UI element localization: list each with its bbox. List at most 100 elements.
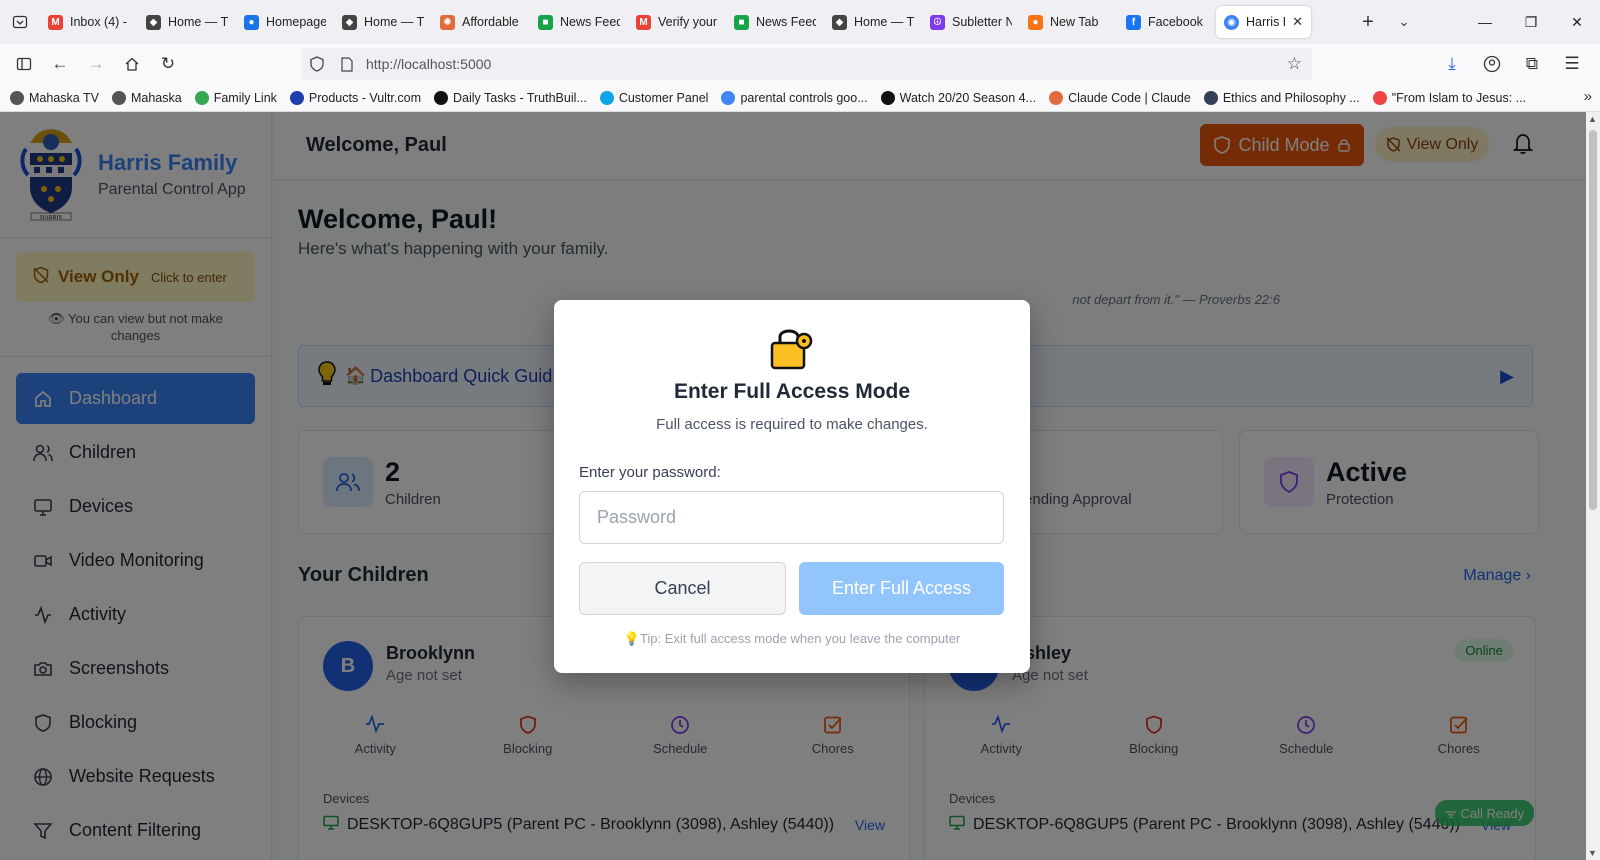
bookmark-favicon-icon bbox=[194, 90, 209, 105]
bookmark-label: parental controls goo... bbox=[740, 90, 868, 105]
password-input[interactable] bbox=[579, 491, 1004, 544]
tab-favicon-icon: ◆ bbox=[832, 14, 847, 30]
bookmark-item[interactable]: Mahaska bbox=[111, 90, 182, 105]
back-button[interactable]: ← bbox=[42, 48, 78, 80]
browser-tab[interactable]: M Inbox (4) - bbox=[40, 6, 138, 38]
browser-tab[interactable]: ✺ Affordable bbox=[432, 6, 530, 38]
tab-label: Inbox (4) - bbox=[70, 15, 127, 29]
bookmarks-bar: Mahaska TV Mahaska Family Link Products - V… bbox=[0, 84, 1600, 112]
bookmark-label: Family Link bbox=[213, 90, 277, 105]
bookmark-item[interactable]: Products - Vultr.com bbox=[289, 90, 421, 105]
tab-favicon-icon: M bbox=[48, 14, 63, 30]
download-icon: ⤓ bbox=[1448, 54, 1456, 73]
app-menu-button[interactable]: ☰ bbox=[1554, 48, 1590, 80]
bookmark-item[interactable]: Ethics and Philosophy ... bbox=[1203, 90, 1360, 105]
bookmark-favicon-icon bbox=[10, 90, 24, 105]
minimize-button[interactable]: — bbox=[1462, 0, 1508, 44]
reload-button[interactable]: ↻ bbox=[150, 48, 186, 80]
cancel-button[interactable]: Cancel bbox=[579, 562, 786, 615]
tab-favicon-icon: ◆ bbox=[342, 14, 357, 30]
bookmarks-overflow-icon[interactable]: » bbox=[1584, 88, 1592, 105]
bookmark-favicon-icon bbox=[433, 90, 448, 105]
lock-key-icon bbox=[770, 329, 813, 370]
browser-tab[interactable]: ■ News Feed bbox=[726, 6, 824, 38]
bookmark-item[interactable]: Daily Tasks - TruthBuil... bbox=[433, 90, 587, 105]
back-arrow-icon: ← bbox=[51, 54, 69, 73]
address-bar[interactable]: http://localhost:5000 ☆ bbox=[302, 48, 1312, 80]
scroll-up-icon[interactable]: ▲ bbox=[1588, 114, 1597, 124]
bookmark-favicon-icon bbox=[1372, 90, 1387, 105]
browser-tab[interactable]: ◆ Home — T bbox=[824, 6, 922, 38]
bookmark-item[interactable]: Customer Panel bbox=[599, 90, 708, 105]
browser-tab[interactable]: f Facebook bbox=[1118, 6, 1216, 38]
bookmark-star-icon[interactable]: ☆ bbox=[1287, 54, 1302, 74]
bookmark-item[interactable]: Mahaska TV bbox=[10, 90, 99, 105]
tab-label: Verify your bbox=[658, 15, 718, 29]
browser-tab[interactable]: ◆ Home — T bbox=[334, 6, 432, 38]
bookmark-label: Claude Code | Claude bbox=[1068, 90, 1191, 105]
hamburger-icon: ☰ bbox=[1564, 54, 1580, 73]
extensions-button[interactable]: ⧉ bbox=[1514, 48, 1550, 80]
bookmark-item[interactable]: Watch 20/20 Season 4... bbox=[880, 90, 1037, 105]
tab-label: Homepage bbox=[266, 15, 326, 29]
restore-button[interactable]: ❐ bbox=[1508, 0, 1554, 44]
downloads-button[interactable]: ⤓ bbox=[1434, 48, 1470, 80]
tab-favicon-icon: ◉ bbox=[1224, 14, 1239, 30]
tab-label: Home — T bbox=[168, 15, 228, 29]
window-controls: — ❐ ✕ bbox=[1462, 0, 1600, 44]
bookmark-item[interactable]: Family Link bbox=[194, 90, 277, 105]
tab-label: News Feed bbox=[560, 15, 620, 29]
tab-label: Affordable bbox=[462, 15, 519, 29]
bookmark-favicon-icon bbox=[1203, 90, 1218, 105]
tab-label: New Tab bbox=[1050, 15, 1099, 29]
sidebar-toggle-icon bbox=[16, 57, 32, 71]
tab-label: Home — T bbox=[364, 15, 424, 29]
close-window-button[interactable]: ✕ bbox=[1554, 0, 1600, 44]
tab-favicon-icon: ✺ bbox=[440, 14, 455, 30]
new-tab-button[interactable]: + bbox=[1350, 11, 1386, 34]
browser-tab-bar: M Inbox (4) - ◆ Home — T ● Homepage ◆ Home — T ✺… bbox=[0, 0, 1600, 44]
shield-tracking-icon bbox=[302, 56, 332, 72]
tab-favicon-icon: ● bbox=[1028, 14, 1043, 30]
tab-label: News Feed bbox=[756, 15, 816, 29]
tab-label: Subletter N bbox=[952, 15, 1012, 29]
modal-subtitle: Full access is required to make changes. bbox=[656, 416, 928, 433]
scroll-down-icon[interactable]: ▼ bbox=[1588, 848, 1597, 858]
close-tab-icon[interactable]: ✕ bbox=[1292, 14, 1303, 30]
forward-button[interactable]: → bbox=[78, 48, 114, 80]
lightbulb-icon: 💡 bbox=[623, 631, 640, 646]
bookmark-label: Watch 20/20 Season 4... bbox=[899, 90, 1037, 105]
url-text[interactable]: http://localhost:5000 bbox=[366, 56, 491, 72]
bookmark-item[interactable]: "From Islam to Jesus: ... bbox=[1372, 90, 1527, 105]
modal-tip: 💡Tip: Exit full access mode when you lea… bbox=[623, 631, 961, 646]
browser-tab[interactable]: M Verify your bbox=[628, 6, 726, 38]
password-label: Enter your password: bbox=[579, 464, 721, 481]
tab-favicon-icon: ◆ bbox=[146, 14, 161, 30]
sidebar-toggle-button[interactable] bbox=[6, 48, 42, 80]
browser-tab[interactable]: ● New Tab bbox=[1020, 6, 1118, 38]
bookmark-favicon-icon bbox=[721, 90, 736, 105]
tab-list-button[interactable]: ⌄ bbox=[1386, 14, 1422, 30]
tab-favicon-icon: M bbox=[636, 14, 651, 30]
enter-full-access-button[interactable]: Enter Full Access bbox=[799, 562, 1004, 615]
tab-label: Home — T bbox=[854, 15, 914, 29]
browser-tab[interactable]: ◆ Home — T bbox=[138, 6, 236, 38]
browser-tab[interactable]: ■ News Feed bbox=[530, 6, 628, 38]
home-button[interactable] bbox=[114, 48, 150, 80]
tab-favicon-icon: f bbox=[1126, 14, 1141, 30]
bookmark-favicon-icon bbox=[880, 90, 895, 105]
bookmark-favicon-icon bbox=[599, 90, 614, 105]
bookmark-item[interactable]: Claude Code | Claude bbox=[1049, 90, 1191, 105]
page-scrollbar[interactable]: ▲ ▼ bbox=[1586, 112, 1600, 860]
bookmark-label: "From Islam to Jesus: ... bbox=[1391, 90, 1527, 105]
tab-favicon-icon: ■ bbox=[734, 14, 749, 30]
scroll-thumb[interactable] bbox=[1589, 130, 1597, 510]
account-button[interactable] bbox=[1474, 48, 1510, 80]
browser-tab[interactable]: ☮ Subletter N bbox=[922, 6, 1020, 38]
tab-strip: M Inbox (4) - ◆ Home — T ● Homepage ◆ Home — T ✺… bbox=[40, 0, 1350, 44]
tab-overview-button[interactable] bbox=[0, 0, 40, 44]
bookmark-label: Products - Vultr.com bbox=[308, 90, 421, 105]
browser-tab-active[interactable]: ◉ Harris Fa ✕ bbox=[1216, 6, 1311, 38]
bookmark-item[interactable]: parental controls goo... bbox=[721, 90, 868, 105]
browser-tab[interactable]: ● Homepage bbox=[236, 6, 334, 38]
